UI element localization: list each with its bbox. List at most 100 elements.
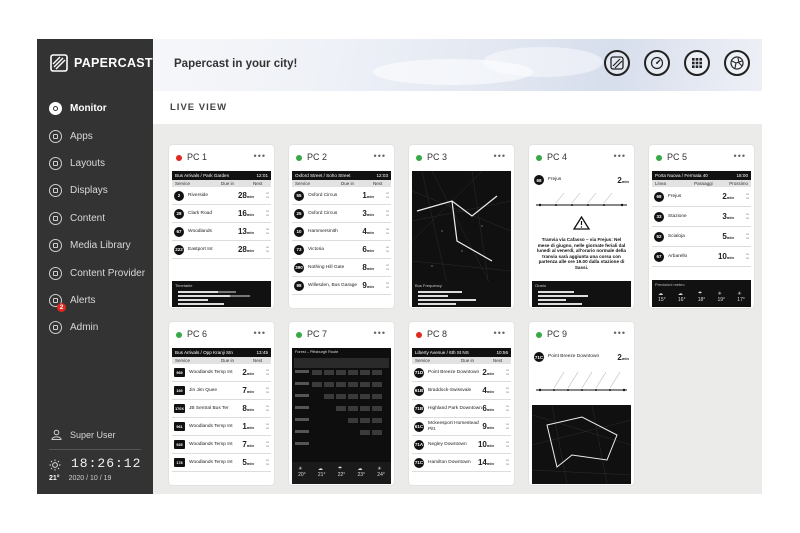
column-header: Linea Passaggi Prossimo (652, 180, 751, 187)
sidebar-item-alerts[interactable]: 2 Alerts (49, 287, 145, 314)
more-menu-icon[interactable]: ••• (614, 328, 626, 338)
next-times: ▪▪▪ ▪▪▪ (265, 190, 269, 199)
due-time: 1min (362, 191, 374, 200)
route-badge: 73 (294, 244, 304, 255)
route-badge: 2 (174, 190, 184, 201)
sidebar-item-apps[interactable]: Apps (49, 122, 145, 149)
stop-header: Oxford Street / Soho Street 12:03 (292, 171, 391, 180)
destination: Nothing Hill Gate (308, 264, 345, 270)
route-badge: 61B (414, 385, 424, 396)
alerts-badge: 2 (57, 302, 66, 312)
gauge-icon[interactable] (644, 50, 670, 76)
display-card-pc5[interactable]: PC 5 ••• Porta Nuova / Fermata 40 18:00 Li… (649, 145, 754, 308)
display-card-pc7[interactable]: PC 7 ••• Forest – Pittsburgh Route ☀ 20°… (289, 322, 394, 485)
sidebar-item-label: Media Library (70, 240, 131, 252)
sidebar-item-displays[interactable]: Displays (49, 177, 145, 204)
logo[interactable]: PAPERCAST (50, 54, 153, 72)
sidebar-item-monitor[interactable]: Monitor (49, 95, 145, 122)
due-time: 28min (237, 191, 254, 200)
due-time: 5min (722, 232, 734, 241)
weather-day: ☂ 22° (337, 466, 346, 478)
papercast-icon[interactable] (604, 50, 630, 76)
more-menu-icon[interactable]: ••• (254, 151, 266, 161)
content-provider-icon (49, 266, 62, 280)
route-badge: 67 (654, 251, 664, 262)
sidebar-item-layouts[interactable]: Layouts (49, 150, 145, 177)
table-row: 67 Woodlands 13min ▪▪▪ ▪▪▪ (172, 223, 271, 241)
sidebar-item-content-provider[interactable]: Content Provider (49, 259, 145, 286)
display-card-pc6[interactable]: PC 6 ••• Bus Arrivals / Opp Kranji Stn 13:… (169, 322, 274, 485)
section-title: LIVE VIEW (170, 102, 228, 113)
user-menu[interactable]: Super User (51, 429, 116, 440)
table-row: 961 Woodlands Temp Int 1min ▪▪▪ ▪▪▪ (172, 418, 271, 436)
sidebar-item-admin[interactable]: Admin (49, 314, 145, 341)
table-row: 925 Woodlands Temp Int 7min ▪▪▪ ▪▪▪ (172, 436, 271, 454)
sidebar-item-label: Apps (70, 130, 93, 142)
destination: Eastport Int (188, 246, 213, 252)
display-card-pc4[interactable]: PC 4 ••• 68 Frejus 2min Tranvia via Cafasso… (529, 145, 634, 308)
card-title: PC 1 (187, 152, 208, 162)
table-row: 33 Stazione 3min ▪▪▪ ▪▪▪ (652, 207, 751, 227)
table-row: 28 Clark Road 16min ▪▪▪ ▪▪▪ (172, 205, 271, 223)
freq-title: Bus Frequency (415, 283, 442, 288)
stop-header: Liberty Avenue / 6th St NS 10:56 (412, 348, 511, 357)
table-row: 52 Scialoja 5min ▪▪▪ ▪▪▪ (652, 227, 751, 247)
destination: Woodlands (188, 228, 212, 234)
due-time: 2min (617, 352, 629, 362)
display-card-pc3[interactable]: PC 3 ••• Bus Frequency (409, 145, 514, 308)
date: 2020 / 10 / 19 (68, 475, 112, 482)
col-next: Next (373, 181, 383, 186)
more-menu-icon[interactable]: ••• (374, 328, 386, 338)
grid-icon[interactable] (684, 50, 710, 76)
sidebar-item-media-library[interactable]: Media Library (49, 232, 145, 259)
display-card-pc1[interactable]: PC 1 ••• Bus Arrivals / Park Garden 12:01 … (169, 145, 274, 308)
weather-forecast: Previsioni meteo ☁ 15° ☁ 16° ☂ 18° ☀ 19° ☀ 17… (652, 280, 751, 307)
map-icon[interactable] (724, 50, 750, 76)
more-menu-icon[interactable]: ••• (734, 151, 746, 161)
more-menu-icon[interactable]: ••• (494, 328, 506, 338)
timetable-title: Forest – Pittsburgh Route (295, 350, 339, 354)
stop-clock: 18:00 (736, 173, 749, 178)
more-menu-icon[interactable]: ••• (614, 151, 626, 161)
displays-icon (49, 184, 62, 198)
table-row: 71A Negley Downtown 10min ▪▪▪ ▪▪▪ (412, 436, 511, 454)
column-header: Service Due in Next (412, 357, 511, 364)
route-map (532, 404, 631, 484)
route-badge: 67 (174, 226, 184, 237)
due-time: 9min (482, 422, 494, 431)
destination: Frejus (668, 193, 682, 199)
screen-preview: Bus Arrivals / Park Garden 12:01 Service D… (172, 171, 271, 307)
freq-title: Timetable (175, 283, 193, 288)
col-line: Linea (655, 181, 667, 186)
sun-icon (49, 458, 61, 470)
route-line-diagram (536, 371, 627, 392)
sidebar-item-label: Content (70, 212, 106, 224)
weather-day: ☀ 17° (737, 291, 745, 303)
card-header: PC 7 ••• (289, 322, 394, 347)
more-menu-icon[interactable]: ••• (494, 151, 506, 161)
destination: Point Breeze Downtown (548, 354, 600, 360)
route-badge: 25 (294, 208, 304, 219)
more-menu-icon[interactable]: ••• (254, 328, 266, 338)
table-row: 71D Point Breeze Downtown 2min ▪▪▪ ▪▪▪ (412, 364, 511, 382)
due-time: 10min (717, 252, 734, 261)
card-header: PC 4 ••• (529, 145, 634, 170)
card-header: PC 5 ••• (649, 145, 754, 170)
card-header: PC 1 ••• (169, 145, 274, 170)
display-card-pc2[interactable]: PC 2 ••• Oxford Street / Soho Street 12:03… (289, 145, 394, 308)
destination: Oxford Circus (308, 192, 338, 198)
table-row: 178 Woodlands Temp Int 5min ▪▪▪ ▪▪▪ (172, 454, 271, 472)
freq-title: Orario (535, 283, 547, 288)
more-menu-icon[interactable]: ••• (374, 151, 386, 161)
route-badge: 170X (174, 404, 185, 413)
due-time: 6min (482, 404, 494, 413)
display-card-pc9[interactable]: PC 9 ••• 71C Point Breeze Downtown 2min (529, 322, 634, 485)
status-dot (536, 332, 542, 338)
weather-day: ☀ 24° (377, 466, 385, 478)
route-badge: 969 (174, 368, 185, 377)
display-card-pc8[interactable]: PC 8 ••• Liberty Avenue / 6th St NS 10:56 … (409, 322, 514, 485)
route-badge: 98 (294, 280, 304, 291)
route-badge: 71D (414, 367, 424, 378)
sidebar-item-content[interactable]: Content (49, 205, 145, 232)
destination: Woodlands Temp Int (189, 459, 233, 465)
